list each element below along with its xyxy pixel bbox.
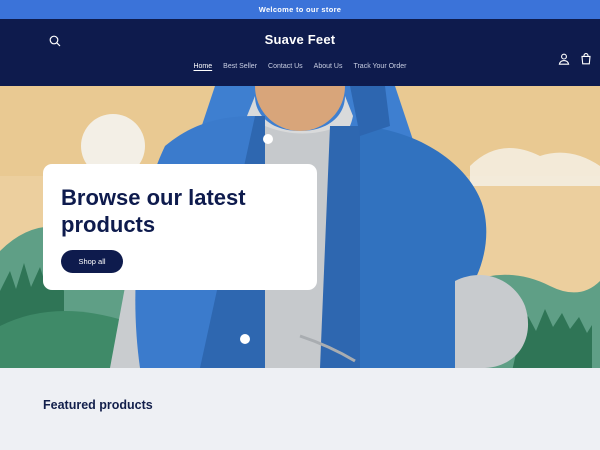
- user-icon[interactable]: [557, 52, 571, 66]
- store-logo[interactable]: Suave Feet: [0, 32, 600, 47]
- shop-all-button[interactable]: Shop all: [61, 250, 123, 273]
- nav-item-best-seller[interactable]: Best Seller: [223, 62, 257, 71]
- site-header: Suave Feet Home Best Seller Contact Us A…: [0, 19, 600, 86]
- announcement-bar: Welcome to our store: [0, 0, 600, 19]
- nav-item-about-us[interactable]: About Us: [314, 62, 343, 71]
- announcement-text: Welcome to our store: [258, 5, 342, 14]
- hero-headline: Browse our latest products: [61, 185, 246, 237]
- nav-item-contact-us[interactable]: Contact Us: [268, 62, 303, 71]
- hero-banner: Browse our latest products Shop all: [0, 86, 600, 368]
- cart-icon[interactable]: [579, 52, 593, 66]
- nav-item-track-order[interactable]: Track Your Order: [353, 62, 406, 71]
- featured-title: Featured products: [43, 398, 153, 412]
- featured-section: Featured products: [0, 368, 600, 450]
- nav-item-home[interactable]: Home: [193, 62, 212, 71]
- main-nav: Home Best Seller Contact Us About Us Tra…: [0, 62, 600, 71]
- hero-card: Browse our latest products Shop all: [43, 164, 317, 290]
